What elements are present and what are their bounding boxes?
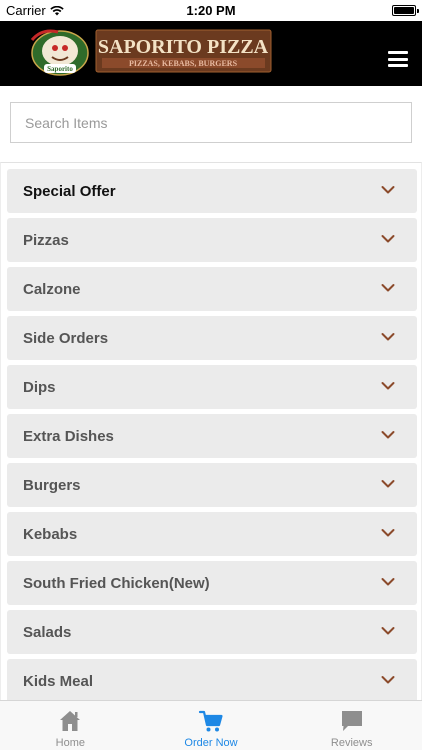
chevron-down-icon: [381, 627, 395, 635]
bottom-tab-bar: Home Order Now Reviews: [0, 700, 422, 750]
category-label: Side Orders: [23, 329, 109, 347]
chevron-down-icon: [381, 235, 395, 243]
menu-bar: [388, 57, 408, 61]
chevron-down-icon: [381, 676, 395, 684]
status-bar: Carrier 1:20 PM: [0, 0, 422, 21]
menu-bar: [388, 64, 408, 67]
brand-logo: Saporito SAPORITO PIZZA PIZZAS, KEBABS, …: [30, 29, 272, 76]
category-burgers[interactable]: Burgers: [7, 463, 417, 507]
brand-name: SAPORITO PIZZA: [98, 36, 269, 58]
home-icon: [60, 711, 81, 731]
category-extra-dishes[interactable]: Extra Dishes: [7, 414, 417, 458]
category-kebabs[interactable]: Kebabs: [7, 512, 417, 556]
tab-label: Reviews: [330, 737, 373, 749]
tab-reviews[interactable]: Reviews: [281, 701, 422, 750]
category-kids-meal[interactable]: Kids Meal: [7, 659, 417, 700]
menu-bar: [388, 51, 408, 54]
category-label: Dips: [23, 378, 56, 396]
chevron-down-icon: [381, 186, 395, 194]
category-label: Calzone: [23, 280, 81, 298]
chevron-down-icon: [381, 382, 395, 390]
category-calzone[interactable]: Calzone: [7, 267, 417, 311]
chevron-down-icon: [381, 529, 395, 537]
tab-label: Home: [55, 737, 85, 749]
category-label: Kebabs: [23, 525, 78, 543]
chevron-down-icon: [381, 284, 395, 292]
category-label: Pizzas: [23, 231, 69, 249]
category-special-offer[interactable]: Special Offer: [7, 169, 417, 213]
category-label: Burgers: [23, 476, 81, 494]
battery-icon: [392, 5, 419, 16]
search-input[interactable]: [10, 102, 412, 143]
svg-text:Saporito: Saporito: [47, 65, 73, 73]
category-pizzas[interactable]: Pizzas: [7, 218, 417, 262]
chevron-down-icon: [381, 578, 395, 586]
category-label: Extra Dishes: [23, 427, 114, 445]
status-time: 1:20 PM: [186, 3, 236, 18]
app-header: Saporito SAPORITO PIZZA PIZZAS, KEBABS, …: [0, 21, 422, 86]
tab-label: Order Now: [184, 737, 238, 749]
chat-bubble-icon: [341, 711, 362, 731]
chevron-down-icon: [381, 431, 395, 439]
category-label: South Fried Chicken(New): [23, 574, 210, 592]
category-side-orders[interactable]: Side Orders: [7, 316, 417, 360]
category-south-fried-chicken[interactable]: South Fried Chicken(New): [7, 561, 417, 605]
category-salads[interactable]: Salads: [7, 610, 417, 654]
chevron-down-icon: [381, 480, 395, 488]
cart-icon: [198, 710, 223, 732]
search-container: [10, 102, 412, 143]
hamburger-menu-icon[interactable]: [388, 51, 408, 67]
category-label: Salads: [23, 623, 72, 641]
chevron-down-icon: [381, 333, 395, 341]
category-label: Special Offer: [23, 182, 116, 200]
tab-order-now[interactable]: Order Now: [141, 701, 282, 750]
category-dips[interactable]: Dips: [7, 365, 417, 409]
category-label: Kids Meal: [23, 672, 94, 690]
tab-home[interactable]: Home: [0, 701, 141, 750]
brand-tagline: PIZZAS, KEBABS, BURGERS: [129, 59, 238, 68]
category-list: Special Offer Pizzas Calzone Side Orders…: [0, 162, 422, 700]
